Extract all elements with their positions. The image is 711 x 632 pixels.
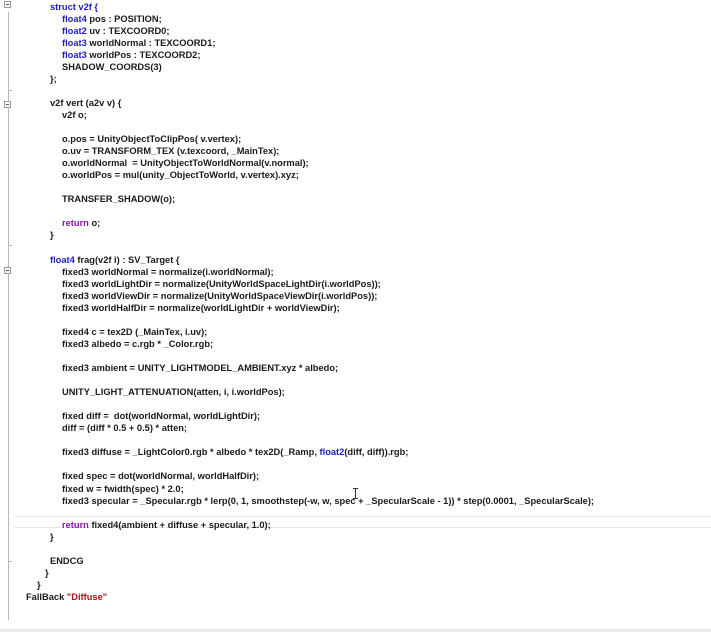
code-line[interactable]: diff = (diff * 0.5 + 0.5) * atten; [62,422,187,434]
code-line[interactable]: o.pos = UnityObjectToClipPos( v.vertex); [62,133,241,145]
string-token: "Diffuse" [66,591,108,602]
code-token: } [50,531,54,542]
code-editor[interactable]: struct v2f {float4 pos : POSITION; float2… [0,0,711,632]
code-line[interactable]: fixed3 ambient = UNITY_LIGHTMODEL_AMBIEN… [62,362,338,374]
code-line[interactable]: struct v2f { [50,1,98,13]
code-line[interactable]: fixed3 specular = _Specular.rgb * lerp(0… [62,495,594,507]
code-token: pos : POSITION; [86,13,162,24]
keyword-token: float4 [50,254,75,265]
code-line[interactable]: } [50,229,54,241]
i-beam-cursor-icon [353,488,358,499]
code-token: fixed3 worldNormal = normalize(i.worldNo… [62,266,274,277]
keyword-token: float2 [62,25,87,36]
code-token: fixed3 worldViewDir = normalize(UnityWor… [62,290,378,301]
code-token: o.worldNormal = UnityObjectToWorldNormal… [62,158,309,169]
keyword-token: float3 [62,37,87,48]
code-token: diff = (diff * 0.5 + 0.5) * atten; [62,423,188,434]
code-line[interactable]: fixed3 worldNormal = normalize(i.worldNo… [62,266,274,278]
code-line[interactable]: float2 uv : TEXCOORD0; [62,25,169,37]
code-line[interactable]: float4 pos : POSITION; [62,13,162,25]
code-token: frag(v2f i) : SV_Target { [74,254,180,265]
code-line[interactable]: fixed4 c = tex2D (_MainTex, i.uv); [62,326,207,338]
code-token: o.uv = TRANSFORM_TEX (v.texcoord, _MainT… [62,146,280,157]
code-token: } [45,567,49,578]
code-line[interactable]: fixed3 worldHalfDir = normalize(worldLig… [62,302,340,314]
code-line[interactable]: o.worldNormal = UnityObjectToWorldNormal… [62,157,309,169]
code-line[interactable]: } [37,579,41,591]
code-token: fixed3 diffuse = _LightColor0.rgb * albe… [62,447,320,458]
code-token: v2f o; [62,109,87,120]
code-line[interactable]: fixed spec = dot(worldNormal, worldHalfD… [62,470,259,482]
code-line[interactable]: UNITY_LIGHT_ATTENUATION(atten, i, i.worl… [62,386,285,398]
keyword-token: float2 [319,447,345,458]
keyword-token: struct v2f { [50,1,99,12]
code-token: fixed diff = dot(worldNormal, worldLight… [62,411,261,422]
code-token: fixed spec = dot(worldNormal, worldHalfD… [62,471,260,482]
code-token: UNITY_LIGHT_ATTENUATION(atten, i, i.worl… [62,387,285,398]
code-line[interactable]: float4 frag(v2f i) : SV_Target { [50,254,180,266]
code-token: uv : TEXCOORD0; [86,25,170,36]
code-line[interactable]: } [50,531,54,543]
code-token: (diff, diff)).rgb; [344,447,409,458]
code-line[interactable]: return fixed4(ambient + diffuse + specul… [62,519,271,531]
code-line[interactable]: fixed3 albedo = c.rgb * _Color.rgb; [62,338,213,350]
code-line[interactable]: } [45,567,49,579]
code-line[interactable]: o.worldPos = mul(unity_ObjectToWorld, v.… [62,169,299,181]
code-token: fixed3 specular = _Specular.rgb * lerp(0… [62,495,595,506]
keyword-token: float4 [62,13,87,24]
return-keyword-token: return [62,519,89,530]
code-token: SHADOW_COORDS(3) [62,61,162,72]
code-line[interactable]: v2f vert (a2v v) { [50,97,121,109]
code-token: fixed4 c = tex2D (_MainTex, i.uv); [62,326,208,337]
keyword-token: float3 [62,49,87,60]
code-area[interactable]: struct v2f {float4 pos : POSITION; float2… [0,0,711,632]
code-token: o; [88,218,101,229]
code-token: } [37,579,41,590]
code-token: } [50,230,54,241]
code-token: fixed4(ambient + diffuse + specular, 1.0… [88,519,271,530]
code-line[interactable]: v2f o; [62,109,87,121]
return-keyword-token: return [62,218,89,229]
code-token: fixed3 worldHalfDir = normalize(worldLig… [62,302,340,313]
code-token: worldNormal : TEXCOORD1; [86,37,216,48]
code-line[interactable]: return o; [62,217,100,229]
code-line[interactable]: ENDCG [50,555,84,567]
code-line[interactable]: }; [50,73,57,85]
code-line[interactable]: fixed3 worldLightDir = normalize(UnityWo… [62,278,381,290]
code-line[interactable]: TRANSFER_SHADOW(o); [62,193,175,205]
code-token: fixed3 albedo = c.rgb * _Color.rgb; [62,338,214,349]
code-line[interactable]: fixed w = fwidth(spec) * 2.0; [62,483,184,495]
code-token: ENDCG [50,555,84,566]
code-line[interactable]: fixed3 diffuse = _LightColor0.rgb * albe… [62,446,408,458]
code-token: TRANSFER_SHADOW(o); [62,194,176,205]
code-line[interactable]: float3 worldPos : TEXCOORD2; [62,49,200,61]
code-token: fixed w = fwidth(spec) * 2.0; [62,483,184,494]
code-line[interactable]: float3 worldNormal : TEXCOORD1; [62,37,215,49]
code-token: worldPos : TEXCOORD2; [86,49,201,60]
code-token: FallBack [26,591,67,602]
code-token: fixed3 ambient = UNITY_LIGHTMODEL_AMBIEN… [62,363,339,373]
code-line[interactable]: fixed3 worldViewDir = normalize(UnityWor… [62,290,377,302]
code-token: o.worldPos = mul(unity_ObjectToWorld, v.… [62,170,299,181]
code-token: fixed3 worldLightDir = normalize(UnityWo… [62,278,381,289]
code-line[interactable]: SHADOW_COORDS(3) [62,61,162,73]
code-line[interactable]: o.uv = TRANSFORM_TEX (v.texcoord, _MainT… [62,145,279,157]
code-token: v2f vert (a2v v) { [50,97,122,108]
code-line[interactable]: FallBack "Diffuse" [26,591,107,603]
code-token: }; [50,73,57,84]
code-line[interactable]: fixed diff = dot(worldNormal, worldLight… [62,410,260,422]
code-token: o.pos = UnityObjectToClipPos( v.vertex); [62,134,242,145]
